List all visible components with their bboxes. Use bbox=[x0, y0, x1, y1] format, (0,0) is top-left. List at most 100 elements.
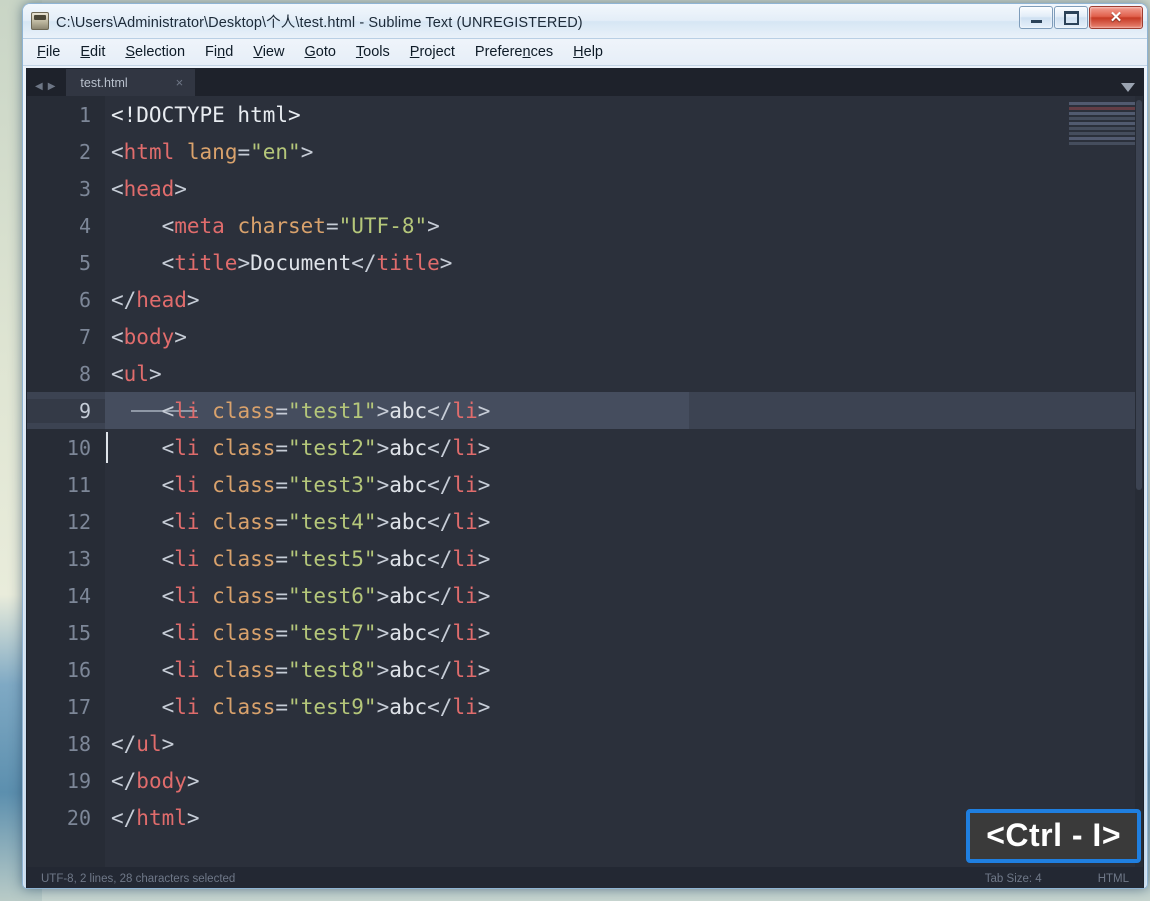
code-line[interactable]: 4 <meta charset="UTF-8"> bbox=[27, 207, 1143, 244]
token-punct: </ bbox=[111, 768, 137, 793]
code-line[interactable]: 1 <!DOCTYPE html> bbox=[27, 96, 1143, 133]
line-number: 6 bbox=[78, 287, 91, 312]
code-lines[interactable]: 1 <!DOCTYPE html> 2 <html lang="en"> 3 <head>… bbox=[27, 96, 1143, 888]
minimap[interactable] bbox=[1069, 102, 1135, 160]
status-syntax[interactable]: HTML bbox=[1098, 873, 1129, 885]
code-line[interactable]: 11 <li class="test3">abc</li> bbox=[27, 466, 1143, 503]
token-punct: > bbox=[174, 176, 187, 201]
line-number: 19 bbox=[66, 768, 91, 793]
minimap-line bbox=[1069, 112, 1135, 115]
tab-test-html[interactable]: test.html × bbox=[66, 69, 196, 96]
sublime-icon bbox=[31, 12, 49, 30]
code-line[interactable]: 19 </body> bbox=[27, 762, 1143, 799]
token-str: "test4" bbox=[288, 509, 377, 534]
code-text[interactable]: <li class="test6">abc</li> bbox=[105, 583, 491, 608]
token-str: "test2" bbox=[288, 435, 377, 460]
code-line[interactable]: 5 <title>Document</title> bbox=[27, 244, 1143, 281]
token-punct: > bbox=[427, 213, 440, 238]
code-line[interactable]: 8 <ul> bbox=[27, 355, 1143, 392]
code-line[interactable]: 14 <li class="test6">abc</li> bbox=[27, 577, 1143, 614]
token-punct bbox=[200, 584, 213, 608]
token-txt: Document bbox=[250, 250, 352, 275]
code-text[interactable]: <!DOCTYPE html> bbox=[105, 103, 301, 127]
code-line[interactable]: 10 <li class="test2">abc</li> bbox=[27, 429, 1143, 466]
status-tab-size[interactable]: Tab Size: 4 bbox=[985, 873, 1042, 885]
line-number: 2 bbox=[78, 139, 91, 164]
token-punct: > bbox=[376, 657, 390, 682]
menu-item-tools[interactable]: Tools bbox=[356, 44, 390, 60]
token-punct: </ bbox=[427, 620, 453, 645]
code-text[interactable]: <li class="test7">abc</li> bbox=[105, 620, 491, 645]
window-title: C:\Users\Administrator\Desktop\个人\test.h… bbox=[56, 14, 583, 31]
menu-item-view[interactable]: View bbox=[253, 44, 284, 60]
menu-item-selection[interactable]: Selection bbox=[125, 44, 185, 60]
chevron-down-icon[interactable] bbox=[1121, 83, 1135, 92]
code-text[interactable]: </ul> bbox=[105, 732, 174, 756]
token-txt: abc bbox=[389, 583, 428, 608]
code-text[interactable]: <li class="test3">abc</li> bbox=[105, 472, 491, 497]
code-line[interactable]: 15 <li class="test7">abc</li> bbox=[27, 614, 1143, 651]
code-line[interactable]: 7 <body> bbox=[27, 318, 1143, 355]
code-text[interactable]: <li class="test5">abc</li> bbox=[105, 547, 491, 571]
token-str: "test7" bbox=[288, 620, 377, 645]
menu-item-edit[interactable]: Edit bbox=[80, 44, 105, 60]
close-button[interactable]: ✕ bbox=[1089, 6, 1143, 29]
code-text[interactable]: <li class="test1">abc</li> bbox=[105, 398, 491, 423]
code-line[interactable]: 2 <html lang="en"> bbox=[27, 133, 1143, 170]
tab-close-icon[interactable]: × bbox=[176, 75, 184, 90]
minimap-line bbox=[1069, 117, 1135, 120]
tab-nav-arrows[interactable]: ◀ ▶ bbox=[27, 81, 66, 96]
tab-next-icon[interactable]: ▶ bbox=[48, 81, 56, 92]
line-number: 9 bbox=[27, 398, 105, 423]
code-line[interactable]: 9 <li class="test1">abc</li> bbox=[27, 392, 1143, 429]
code-text[interactable]: <li class="test9">abc</li> bbox=[105, 695, 491, 719]
code-line[interactable]: 18 </ul> bbox=[27, 725, 1143, 762]
code-text[interactable]: </body> bbox=[105, 769, 200, 793]
code-text[interactable]: <body> bbox=[105, 325, 187, 349]
menu-item-project[interactable]: Project bbox=[410, 44, 455, 60]
code-text[interactable]: <html lang="en"> bbox=[105, 140, 313, 164]
token-attr: charset bbox=[237, 213, 326, 238]
code-line[interactable]: 17 <li class="test9">abc</li> bbox=[27, 688, 1143, 725]
minimize-button[interactable] bbox=[1019, 6, 1053, 29]
token-punct: < bbox=[111, 139, 124, 164]
tab-prev-icon[interactable]: ◀ bbox=[35, 81, 43, 92]
token-punct: > bbox=[186, 768, 200, 793]
menu-item-file[interactable]: File bbox=[37, 44, 60, 60]
code-text[interactable]: <li class="test4">abc</li> bbox=[105, 509, 491, 534]
code-text[interactable]: <meta charset="UTF-8"> bbox=[105, 214, 440, 238]
token-eq: = bbox=[325, 213, 339, 238]
token-punct: < bbox=[111, 213, 175, 238]
code-line[interactable]: 6 </head> bbox=[27, 281, 1143, 318]
scrollbar-thumb[interactable] bbox=[1136, 100, 1142, 490]
token-tagnm: li bbox=[452, 398, 478, 423]
token-punct: < bbox=[111, 435, 175, 460]
code-text[interactable]: <li class="test8">abc</li> bbox=[105, 657, 491, 682]
menu-item-goto[interactable]: Goto bbox=[304, 44, 335, 60]
code-line[interactable]: 13 <li class="test5">abc</li> bbox=[27, 540, 1143, 577]
maximize-button[interactable] bbox=[1054, 6, 1088, 29]
menu-item-find[interactable]: Find bbox=[205, 44, 233, 60]
code-area[interactable]: 1 <!DOCTYPE html> 2 <html lang="en"> 3 <head>… bbox=[27, 96, 1143, 888]
code-text[interactable]: <ul> bbox=[105, 362, 162, 386]
code-text[interactable]: </html> bbox=[105, 806, 200, 830]
code-line[interactable]: 12 <li class="test4">abc</li> bbox=[27, 503, 1143, 540]
token-tagnm: li bbox=[174, 472, 200, 497]
vertical-scrollbar[interactable] bbox=[1135, 96, 1143, 888]
code-line[interactable]: 16 <li class="test8">abc</li> bbox=[27, 651, 1143, 688]
menu-item-preferences[interactable]: Preferences bbox=[475, 44, 553, 60]
token-punct: > bbox=[477, 657, 491, 682]
minimap-line bbox=[1069, 137, 1135, 140]
line-number: 13 bbox=[66, 546, 91, 571]
token-attr: class bbox=[212, 472, 276, 497]
code-text[interactable]: <li class="test2">abc</li> bbox=[105, 435, 491, 460]
tab-bar: ◀ ▶ test.html × bbox=[27, 69, 1143, 96]
token-punct: < bbox=[111, 176, 124, 201]
code-line[interactable]: 3 <head> bbox=[27, 170, 1143, 207]
line-number: 20 bbox=[66, 805, 91, 830]
code-text[interactable]: </head> bbox=[105, 288, 200, 312]
menu-item-help[interactable]: Help bbox=[573, 44, 603, 60]
token-txt: abc bbox=[389, 472, 428, 497]
code-text[interactable]: <head> bbox=[105, 177, 187, 201]
code-text[interactable]: <title>Document</title> bbox=[105, 250, 453, 275]
